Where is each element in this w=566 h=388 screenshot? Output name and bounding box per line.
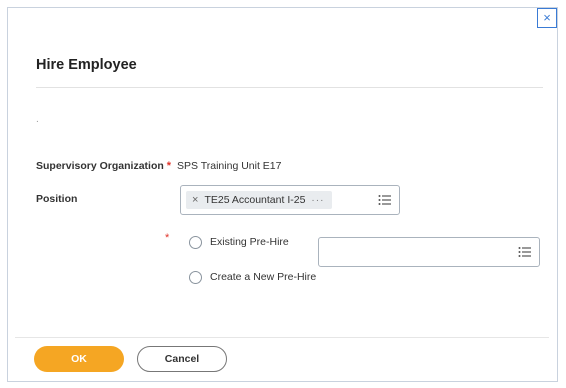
- supervisory-org-label: Supervisory Organization *: [36, 160, 171, 172]
- close-icon: ×: [543, 10, 551, 25]
- existing-pre-hire-label[interactable]: Existing Pre-Hire: [210, 236, 289, 248]
- pre-hire-required-asterisk: *: [165, 232, 170, 244]
- close-button[interactable]: ×: [537, 8, 557, 28]
- description-text: .: [36, 114, 39, 125]
- title-divider: [36, 87, 543, 88]
- create-new-pre-hire-radio[interactable]: [189, 271, 202, 284]
- position-field[interactable]: × TE25 Accountant I-25 ···: [180, 185, 400, 215]
- list-prompt-icon[interactable]: [378, 194, 391, 206]
- chip-remove-icon[interactable]: ×: [192, 194, 198, 206]
- supervisory-org-label-text: Supervisory Organization: [36, 160, 164, 172]
- dialog-title: Hire Employee: [36, 57, 137, 73]
- position-chip: × TE25 Accountant I-25 ···: [186, 191, 333, 209]
- supervisory-org-value: SPS Training Unit E17: [177, 160, 282, 172]
- existing-pre-hire-field[interactable]: [318, 237, 540, 267]
- list-prompt-icon[interactable]: [518, 246, 531, 258]
- ok-button[interactable]: OK: [34, 346, 124, 372]
- cancel-button[interactable]: Cancel: [137, 346, 227, 372]
- required-asterisk: *: [166, 160, 171, 172]
- position-label: Position: [36, 193, 78, 205]
- chip-more-icon[interactable]: ···: [311, 195, 324, 206]
- create-new-pre-hire-label[interactable]: Create a New Pre-Hire: [210, 271, 316, 283]
- footer-divider: [15, 337, 549, 338]
- existing-pre-hire-radio[interactable]: [189, 236, 202, 249]
- hire-employee-dialog: × Hire Employee . Supervisory Organizati…: [7, 7, 558, 382]
- position-chip-label: TE25 Accountant I-25: [204, 194, 306, 206]
